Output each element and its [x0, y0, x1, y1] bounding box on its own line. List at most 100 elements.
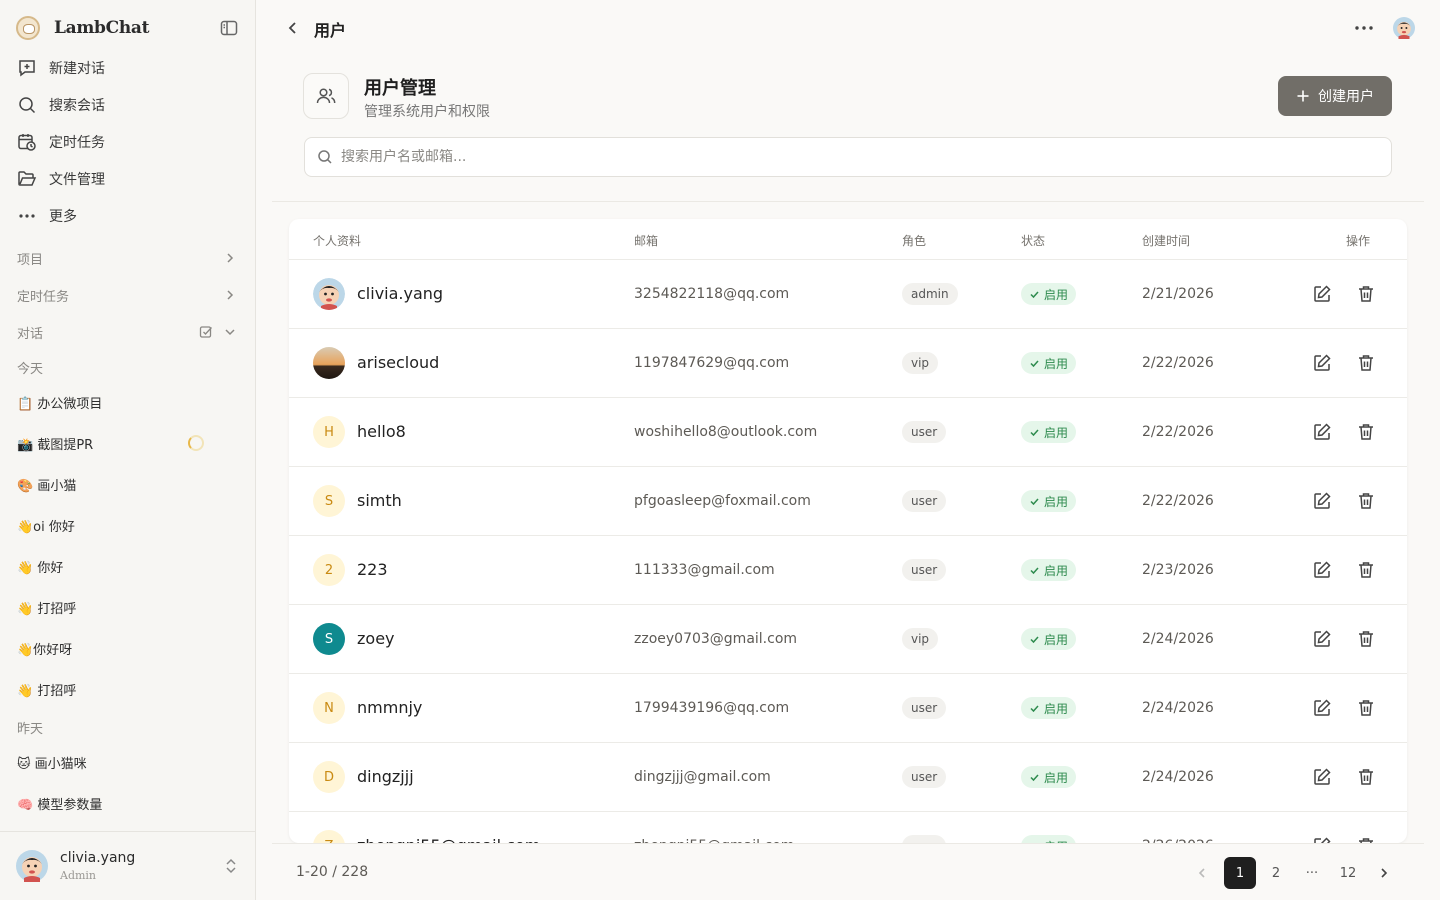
pagination-range: 1-20 / 228 [296, 864, 369, 880]
role-badge: vip [902, 352, 939, 374]
page-title: 用户 [314, 21, 347, 40]
edit-icon[interactable] [1312, 422, 1332, 442]
edit-icon[interactable] [1312, 836, 1332, 843]
more-horizontal-icon[interactable] [1352, 18, 1376, 38]
username: arisecloud [357, 353, 440, 372]
conversation-item[interactable]: 👋你好呀 [17, 637, 241, 659]
conversation-label: 📸 截图提PR [17, 437, 94, 453]
status-badge: 启用 [1021, 697, 1077, 719]
conversation-item[interactable]: 👋oi 你好 [17, 514, 241, 536]
edit-icon[interactable] [1312, 491, 1332, 511]
role-badge: user [902, 697, 947, 719]
edit-icon[interactable] [1312, 629, 1332, 649]
page-button-2[interactable]: 2 [1260, 857, 1292, 889]
trash-icon[interactable] [1356, 629, 1376, 649]
created-date: 2/24/2026 [1142, 700, 1214, 716]
search-input[interactable] [341, 149, 1341, 165]
created-date: 2/22/2026 [1142, 493, 1214, 509]
avatar[interactable] [1393, 17, 1415, 39]
brand[interactable]: LambChat [16, 14, 240, 42]
section-chats[interactable]: 对话 [17, 322, 241, 342]
role-badge: user [902, 559, 947, 581]
status-badge: 启用 [1021, 283, 1077, 305]
section-scheduled[interactable]: 定时任务 [17, 285, 241, 305]
role-badge: user [902, 421, 947, 443]
section-label: 定时任务 [17, 289, 70, 305]
username: simth [357, 491, 402, 510]
trash-icon[interactable] [1356, 353, 1376, 373]
trash-icon[interactable] [1356, 560, 1376, 580]
page-button-1[interactable]: 1 [1224, 857, 1256, 889]
conversation-item[interactable]: 🧠 模型参数量 [17, 792, 241, 814]
avatar: S [313, 485, 345, 517]
search-bar[interactable] [304, 137, 1392, 177]
email: 1197847629@qq.com [634, 355, 790, 371]
section-label: 对话 [17, 326, 44, 342]
conversation-item[interactable]: 🎨 画小猫 [17, 473, 241, 495]
avatar-initial: 2 [324, 562, 334, 578]
column-header[interactable]: 邮箱 [634, 232, 658, 249]
column-header[interactable]: 创建时间 [1142, 232, 1190, 249]
username: zoey [357, 629, 395, 648]
avatar-initial: S [324, 631, 334, 647]
page-button-12[interactable]: 12 [1332, 857, 1364, 889]
chevron-right-icon [1381, 868, 1388, 878]
trash-icon[interactable] [1356, 284, 1376, 304]
edit-icon[interactable] [1312, 284, 1332, 304]
email: 111333@gmail.com [634, 562, 775, 578]
create-user-label: 创建用户 [1318, 89, 1374, 105]
chevron-down-icon[interactable] [223, 325, 237, 339]
conversation-item[interactable]: 📸 截图提PR [17, 432, 241, 454]
trash-icon[interactable] [1356, 422, 1376, 442]
user-profile-menu[interactable]: clivia.yang Admin [0, 831, 256, 900]
conversation-item[interactable]: 👋 打招呼 [17, 596, 241, 618]
check-icon [1030, 497, 1039, 505]
next-page-button[interactable] [1368, 857, 1400, 889]
conversation-item[interactable]: 📋 办公微项目 [17, 391, 241, 413]
conversation-item[interactable]: 🐱 画小猫咪 [17, 751, 241, 773]
trash-icon[interactable] [1356, 767, 1376, 787]
conversation-item[interactable]: 👋 打招呼 [17, 678, 241, 700]
sidebar-toggle-icon[interactable] [220, 19, 238, 37]
column-header[interactable]: 角色 [902, 232, 926, 249]
column-header: 操作 [1346, 234, 1371, 248]
created-date: 2/21/2026 [1142, 286, 1214, 302]
new-chat-small-icon[interactable] [199, 325, 213, 339]
created-date: 2/24/2026 [1142, 631, 1214, 647]
trash-icon[interactable] [1356, 491, 1376, 511]
email: 1799439196@qq.com [634, 700, 790, 716]
edit-icon[interactable] [1312, 560, 1332, 580]
nav-file-manager[interactable]: 文件管理 [16, 164, 240, 194]
table-header: 个人资料 邮箱 角色 状态 创建时间 操作 [289, 219, 1407, 260]
conversation-item[interactable]: 👋 你好 [17, 555, 241, 577]
page-ellipsis: ··· [1305, 865, 1319, 881]
section-projects[interactable]: 项目 [17, 248, 241, 268]
edit-icon[interactable] [1312, 353, 1332, 373]
table-row: Ssimth pfgoasleep@foxmail.com user 启用 2/22/2… [289, 467, 1407, 536]
nav-scheduled-tasks[interactable]: 定时任务 [16, 127, 240, 157]
chevron-right-icon [227, 253, 234, 263]
more-horizontal-icon [16, 205, 38, 227]
prev-page-button[interactable] [1186, 857, 1218, 889]
chevron-right-icon [227, 290, 234, 300]
search-icon [16, 94, 38, 116]
edit-icon[interactable] [1312, 698, 1332, 718]
trash-icon[interactable] [1356, 836, 1376, 843]
avatar-initial: S [324, 493, 334, 509]
table-row: Hhello8 woshihello8@outlook.com user 启用 2/22… [289, 398, 1407, 467]
create-user-button[interactable]: 创建用户 [1278, 76, 1392, 116]
back-arrow-icon[interactable] [284, 18, 302, 38]
avatar-initial: H [324, 424, 334, 440]
nav-more[interactable]: 更多 [16, 201, 240, 231]
edit-icon[interactable] [1312, 767, 1332, 787]
created-date: 2/24/2026 [1142, 769, 1214, 785]
search-icon [317, 149, 333, 165]
nav-new-chat[interactable]: 新建对话 [16, 53, 240, 83]
sidebar: LambChat 新建对话 搜索会话 定时任务 文件管理 更多 项目 定时任务 … [0, 0, 256, 900]
status-badge: 启用 [1021, 628, 1077, 650]
column-header[interactable]: 状态 [1021, 232, 1045, 249]
trash-icon[interactable] [1356, 698, 1376, 718]
section-title: 用户管理 [364, 78, 436, 99]
nav-search[interactable]: 搜索会话 [16, 90, 240, 120]
column-header[interactable]: 个人资料 [313, 232, 361, 249]
